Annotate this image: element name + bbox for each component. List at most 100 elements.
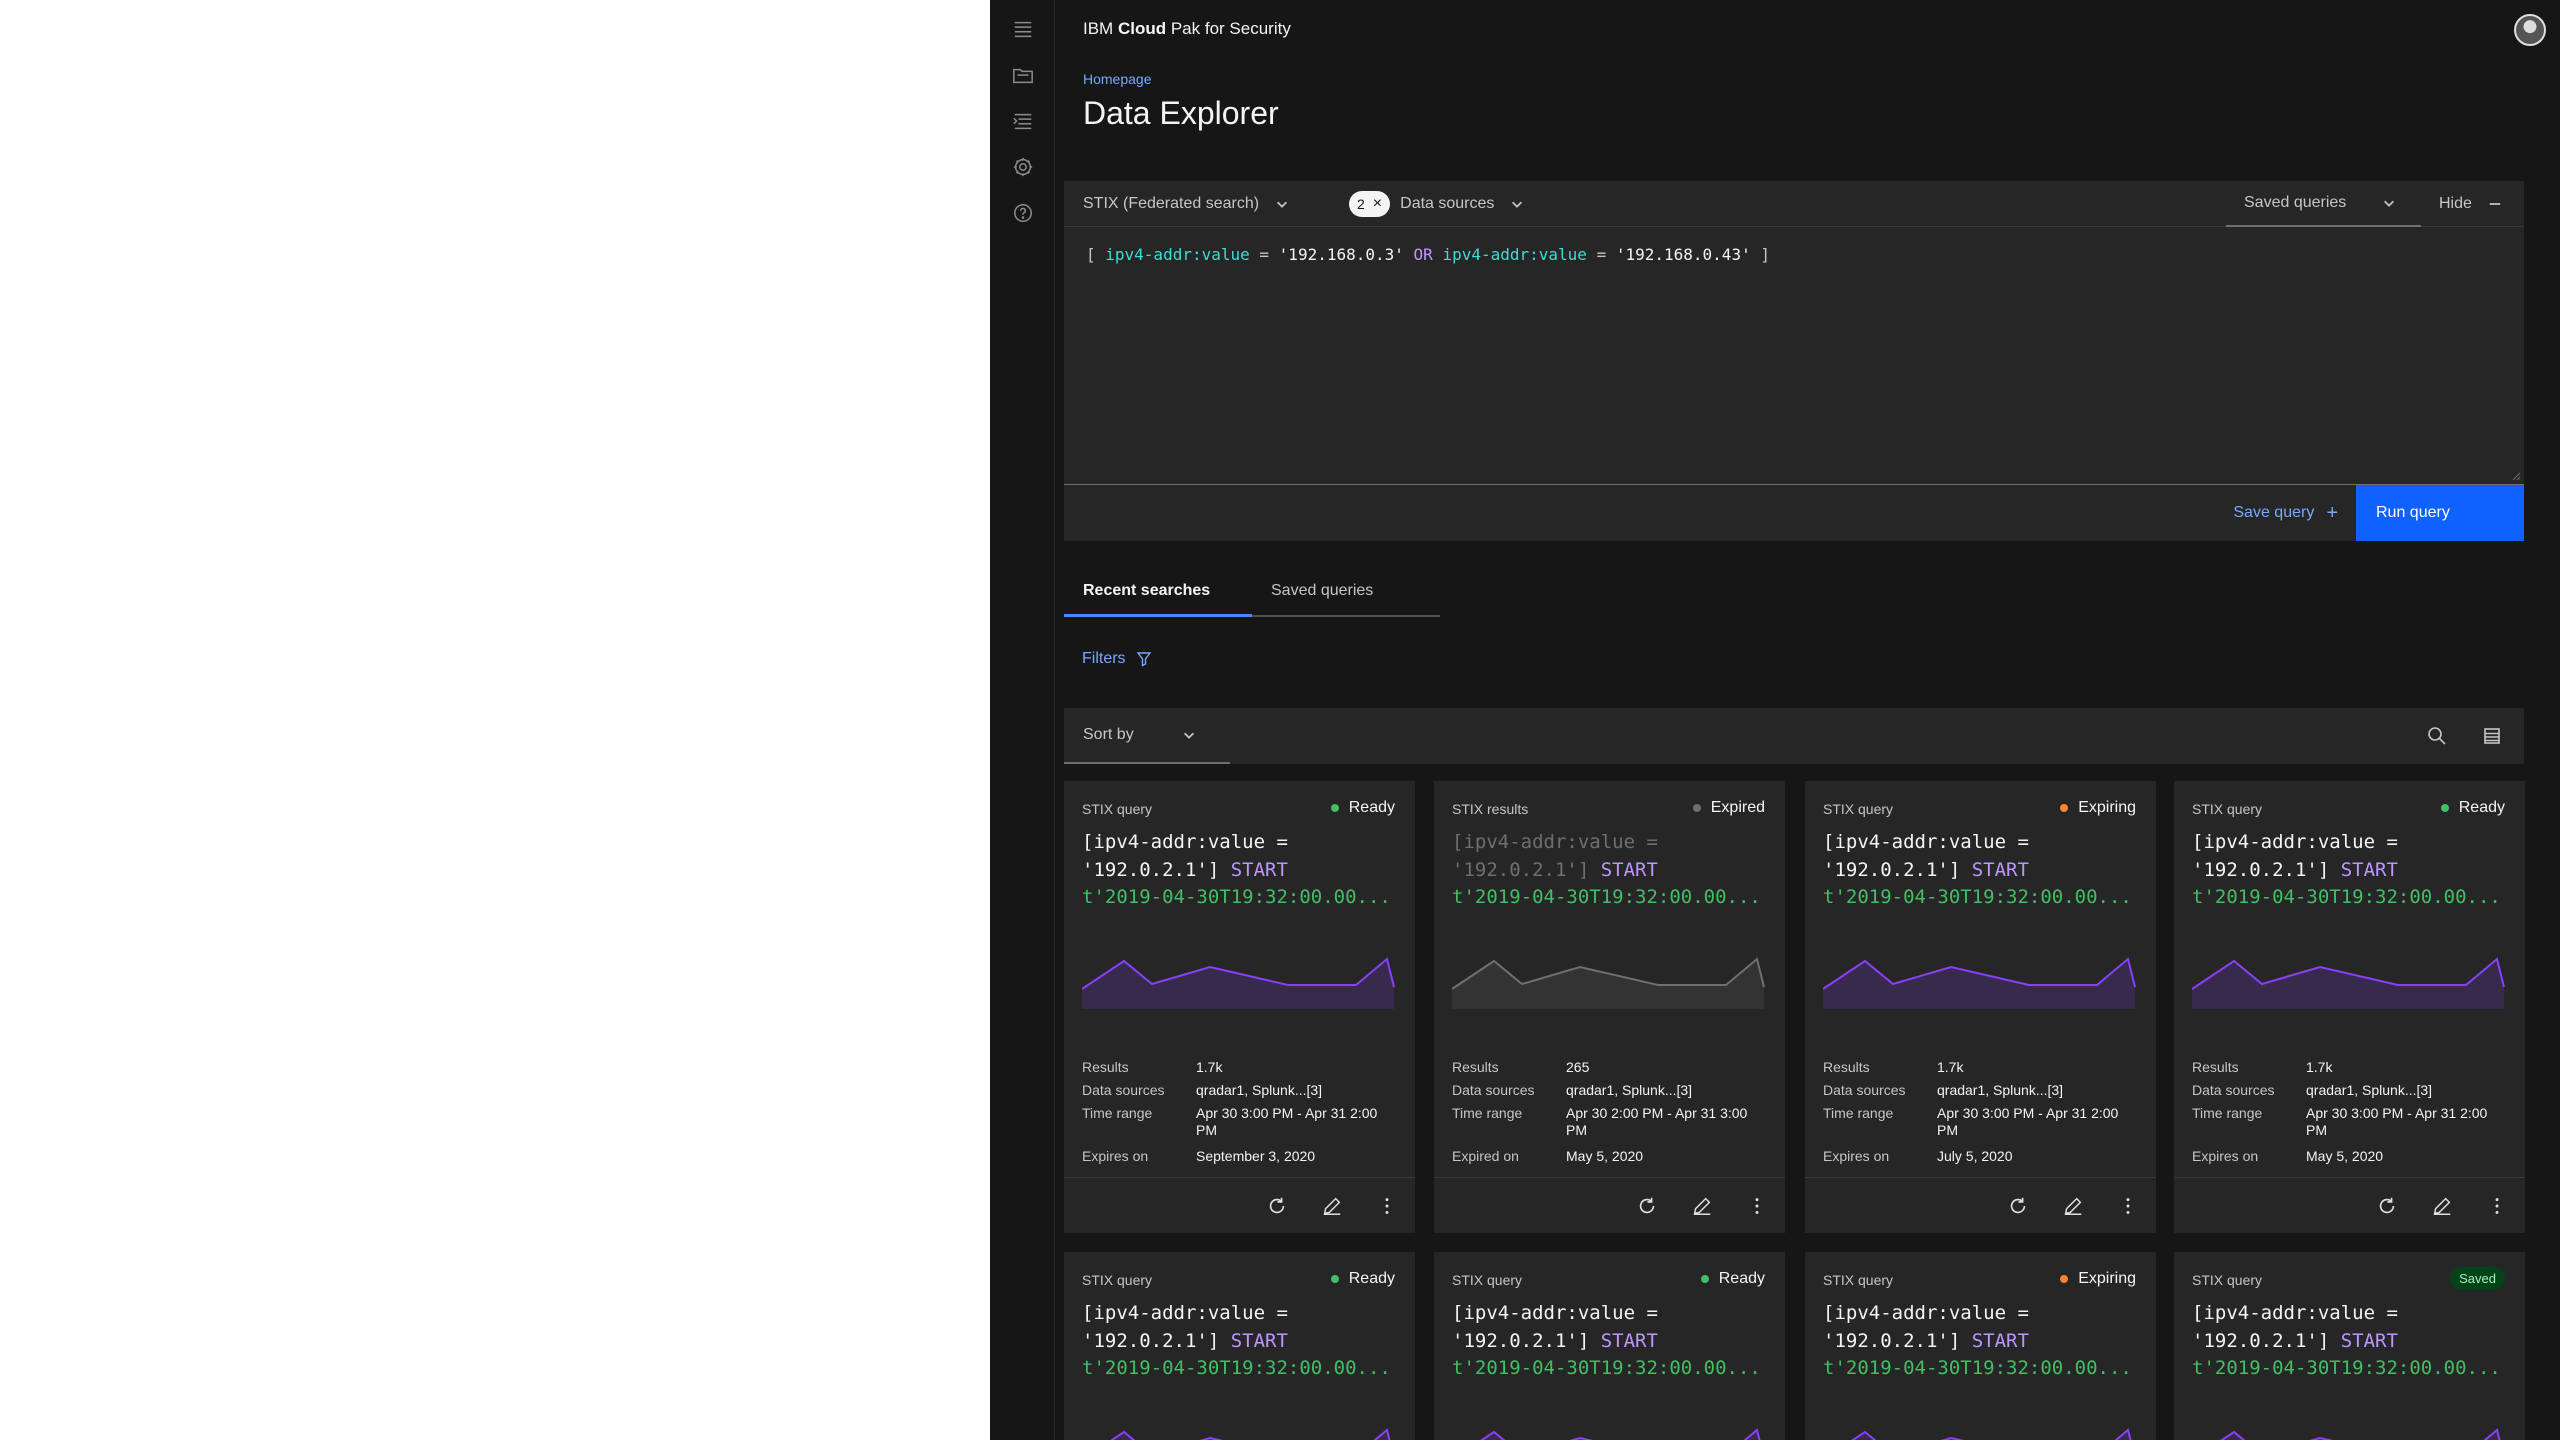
run-query-button[interactable]: Run query	[2356, 485, 2524, 541]
side-rail	[990, 0, 1055, 1440]
chevron-down-icon	[1512, 201, 1523, 208]
query-card[interactable]: STIX results Expired [ipv4-addr:value = …	[1434, 781, 1785, 1233]
card-metadata: Results 1.7k Data sources qradar1, Splunk.…	[2192, 1059, 2512, 1174]
sparkline-chart	[1823, 957, 2136, 1009]
meta-label: Time range	[1823, 1105, 1894, 1121]
results-value: 265	[1566, 1059, 1590, 1075]
query-code: [ ipv4-addr:value = '192.168.0.3' OR ipv…	[1086, 245, 1770, 264]
hide-toggle[interactable]: Hide	[2439, 181, 2502, 227]
query-line: '192.0.2.1']	[1823, 1329, 1972, 1352]
meta-label: Results	[1082, 1059, 1129, 1075]
saved-queries-dropdown[interactable]: Saved queries	[2226, 181, 2421, 227]
edit-icon[interactable]	[1686, 1190, 1718, 1222]
query-language-dropdown[interactable]: STIX (Federated search)	[1083, 181, 1289, 227]
status-indicator: Ready	[2440, 799, 2505, 817]
query-keyword: START	[2340, 858, 2398, 881]
app-title: IBM Cloud Pak for Security	[1083, 19, 1291, 39]
results-value: 1.7k	[1196, 1059, 1223, 1075]
edit-icon[interactable]	[1316, 1190, 1348, 1222]
query-card[interactable]: STIX query Ready [ipv4-addr:value = '192…	[2174, 781, 2525, 1233]
card-type: STIX results	[1452, 801, 1529, 817]
sources-value: qradar1, Splunk...[3]	[1196, 1082, 1323, 1098]
minus-icon	[2489, 203, 2501, 205]
sources-value: qradar1, Splunk...[3]	[2306, 1082, 2433, 1098]
edit-icon[interactable]	[2426, 1190, 2458, 1222]
rerun-icon[interactable]	[2002, 1190, 2034, 1222]
data-sources-dropdown[interactable]: 2 × Data sources	[1349, 181, 1524, 227]
table-view-icon[interactable]	[2476, 720, 2508, 752]
card-query-text: [ipv4-addr:value = '192.0.2.1'] START t'…	[1452, 829, 1772, 912]
query-keyword: START	[1600, 1329, 1658, 1352]
status-label: Expiring	[2078, 799, 2136, 816]
status-indicator: Ready	[1330, 1270, 1395, 1288]
meta-label: Expires on	[1082, 1148, 1149, 1164]
query-card[interactable]: STIX query Ready [ipv4-addr:value = '192…	[1064, 781, 1415, 1233]
meta-label: Data sources	[1082, 1082, 1165, 1098]
overflow-menu-icon[interactable]	[2481, 1190, 2513, 1222]
resize-handle-icon[interactable]	[2512, 472, 2520, 480]
data-sources-count-tag[interactable]: 2 ×	[1349, 191, 1391, 217]
sparkline-chart	[2220, 1428, 2501, 1440]
status-label: Expiring	[2078, 1270, 2136, 1287]
rerun-icon[interactable]	[1261, 1190, 1293, 1222]
code-attr: ipv4-addr:value	[1105, 245, 1250, 264]
query-card[interactable]: STIX query Expiring [ipv4-addr:value = '…	[1805, 781, 2156, 1233]
filters-button[interactable]: Filters	[1082, 650, 1152, 668]
query-line: [ipv4-addr:value =	[2192, 831, 2398, 853]
card-type: STIX query	[1082, 801, 1153, 817]
overflow-menu-icon[interactable]	[1741, 1190, 1773, 1222]
query-line: [ipv4-addr:value =	[2192, 1302, 2398, 1324]
meta-label: Expires on	[1823, 1148, 1890, 1164]
status-label: Ready	[1348, 799, 1395, 816]
add-icon: +	[2326, 501, 2338, 524]
query-card[interactable]: STIX query Expiring [ipv4-addr:value = '…	[1805, 1252, 2156, 1440]
card-header: STIX results Expired	[1452, 799, 1765, 821]
query-line: [ipv4-addr:value =	[1452, 1302, 1658, 1324]
save-query-button[interactable]: Save query +	[2233, 485, 2338, 541]
card-actions	[1064, 1177, 1415, 1233]
list-icon[interactable]	[1008, 106, 1038, 136]
query-card[interactable]: STIX query Ready [ipv4-addr:value = '192…	[1434, 1252, 1785, 1440]
query-keyword: START	[1230, 858, 1288, 881]
card-header: STIX query Ready	[2192, 799, 2505, 821]
query-card[interactable]: STIX query Saved [ipv4-addr:value = '192…	[2174, 1252, 2525, 1440]
meta-label: Results	[1452, 1059, 1499, 1075]
help-icon[interactable]	[1008, 198, 1038, 228]
breadcrumb[interactable]: Homepage	[1083, 71, 1152, 87]
card-header: STIX query Ready	[1452, 1270, 1765, 1292]
query-keyword: START	[1600, 858, 1658, 881]
query-card[interactable]: STIX query Ready [ipv4-addr:value = '192…	[1064, 1252, 1415, 1440]
status-dot	[1692, 804, 1701, 812]
tab-saved-queries[interactable]: Saved queries	[1252, 567, 1440, 617]
card-type: STIX query	[1082, 1272, 1153, 1288]
overflow-menu-icon[interactable]	[2112, 1190, 2144, 1222]
card-query-text: [ipv4-addr:value = '192.0.2.1'] START t'…	[1823, 1300, 2143, 1383]
card-header: STIX query Ready	[1082, 799, 1395, 821]
expiry-value: May 5, 2020	[2306, 1148, 2384, 1164]
meta-label: Results	[1823, 1059, 1870, 1075]
edit-icon[interactable]	[2057, 1190, 2089, 1222]
folder-icon[interactable]	[1008, 61, 1038, 91]
settings-icon[interactable]	[1008, 152, 1038, 182]
app-shell: IBM Cloud Pak for Security Homepage Data…	[990, 0, 2560, 1440]
card-type: STIX query	[1823, 801, 1894, 817]
results-value: 1.7k	[2306, 1059, 2333, 1075]
user-avatar[interactable]	[2514, 14, 2546, 46]
time-range-value: Apr 30 2:00 PM - Apr 31 3:00 PM	[1566, 1105, 1748, 1138]
overflow-menu-icon[interactable]	[1371, 1190, 1403, 1222]
sort-by-dropdown[interactable]: Sort by	[1064, 708, 1230, 764]
rerun-icon[interactable]	[1631, 1190, 1663, 1222]
query-language-value: STIX (Federated search)	[1083, 195, 1260, 212]
query-line: '192.0.2.1']	[1452, 1329, 1601, 1352]
rerun-icon[interactable]	[2371, 1190, 2403, 1222]
data-sources-count: 2	[1357, 196, 1365, 212]
sparkline-chart	[2192, 957, 2505, 1009]
query-editor[interactable]: [ ipv4-addr:value = '192.168.0.3' OR ipv…	[1064, 227, 2524, 485]
status-label: Expired	[1710, 799, 1765, 816]
clear-icon[interactable]: ×	[1373, 196, 1382, 212]
status-label: Ready	[1718, 1270, 1765, 1287]
card-actions	[2174, 1177, 2525, 1233]
tab-recent-searches[interactable]: Recent searches	[1064, 567, 1252, 617]
search-icon[interactable]	[2421, 720, 2453, 752]
menu-icon[interactable]	[1008, 14, 1038, 44]
